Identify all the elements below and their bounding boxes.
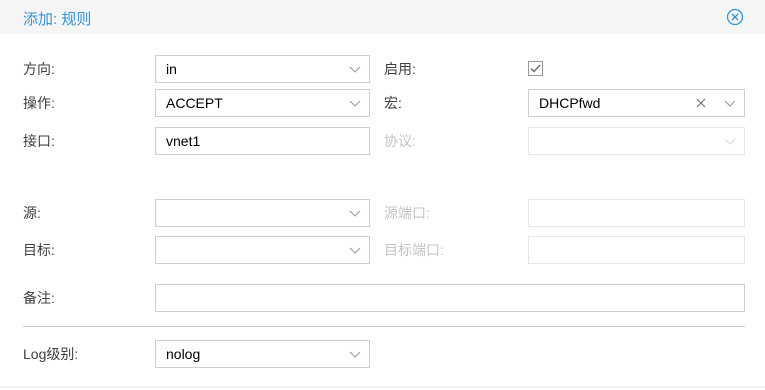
chevron-down-icon[interactable] — [349, 244, 361, 256]
log-level-value: nolog — [166, 346, 201, 362]
chevron-down-icon[interactable] — [724, 97, 736, 109]
dialog-titlebar: 添加: 规则 — [0, 0, 765, 34]
macro-select[interactable]: DHCPfwd — [528, 89, 745, 117]
macro-label: 宏: — [384, 95, 402, 111]
source-label: 源: — [23, 205, 41, 221]
action-label: 操作: — [23, 95, 55, 111]
section-divider — [23, 326, 745, 327]
source-port-label: 源端口: — [384, 205, 430, 221]
comment-label: 备注: — [23, 290, 55, 306]
action-value: ACCEPT — [166, 95, 223, 111]
destination-label: 目标: — [23, 242, 55, 258]
source-select[interactable] — [155, 199, 370, 227]
bottom-border — [0, 386, 765, 388]
chevron-down-icon[interactable] — [349, 207, 361, 219]
chevron-down-icon — [724, 138, 736, 145]
source-port-input — [528, 199, 745, 227]
enable-label: 启用: — [384, 61, 416, 77]
interface-value: vnet1 — [166, 133, 201, 149]
direction-select[interactable]: in — [155, 55, 370, 83]
protocol-label: 协议: — [384, 133, 416, 149]
protocol-select — [528, 127, 745, 155]
clear-x-icon[interactable] — [695, 97, 707, 109]
direction-value: in — [166, 61, 177, 77]
log-level-label: Log级别: — [23, 346, 79, 362]
chevron-down-icon[interactable] — [349, 63, 361, 75]
destination-select[interactable] — [155, 236, 370, 264]
log-level-select[interactable]: nolog — [155, 340, 370, 368]
macro-value: DHCPfwd — [539, 95, 601, 111]
dialog-title: 添加: 规则 — [23, 11, 92, 28]
comment-input[interactable] — [155, 284, 745, 312]
direction-label: 方向: — [23, 61, 55, 77]
dest-port-label: 目标端口: — [384, 242, 444, 258]
dest-port-input — [528, 236, 745, 264]
interface-input[interactable]: vnet1 — [155, 127, 370, 155]
action-select[interactable]: ACCEPT — [155, 89, 370, 117]
close-icon[interactable] — [726, 8, 744, 26]
enable-checkbox[interactable] — [528, 61, 543, 76]
chevron-down-icon[interactable] — [349, 97, 361, 109]
interface-label: 接口: — [23, 133, 55, 149]
chevron-down-icon[interactable] — [349, 348, 361, 360]
